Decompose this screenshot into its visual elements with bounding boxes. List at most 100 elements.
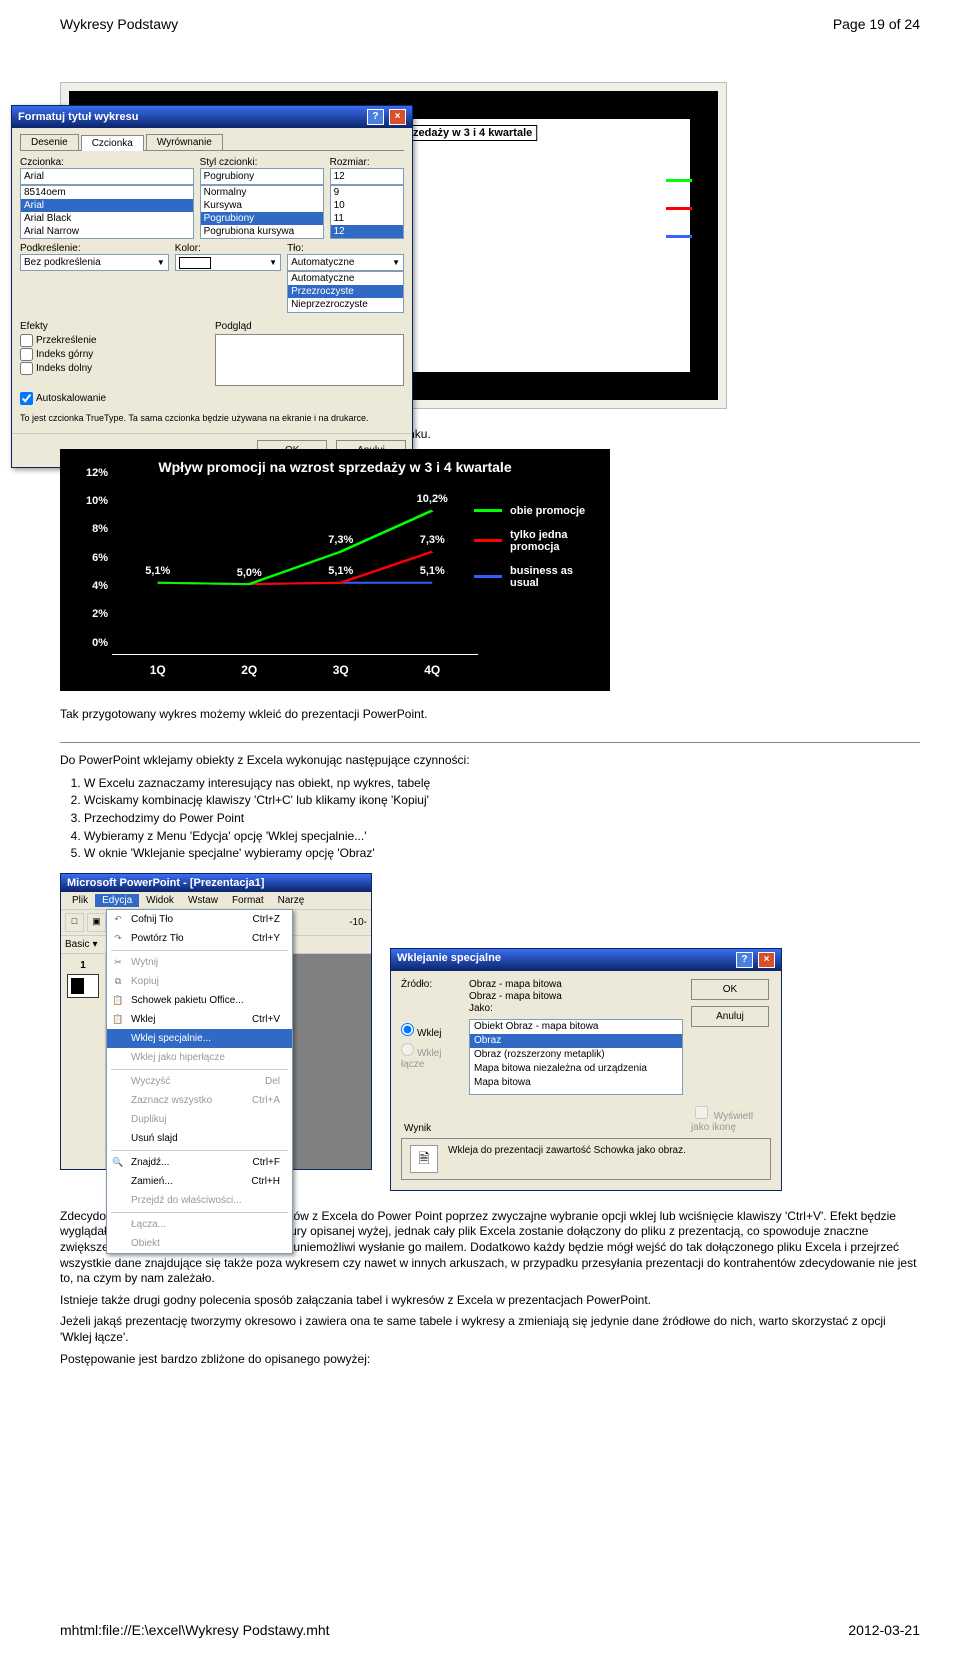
mi-undo[interactable]: ↶Cofnij TłoCtrl+Z: [107, 910, 292, 929]
chk-strikethrough[interactable]: [20, 334, 33, 347]
close-icon[interactable]: ×: [758, 952, 775, 968]
ps-dialog-title: Wklejanie specjalne: [397, 952, 501, 968]
data-label: 5,1%: [145, 566, 170, 578]
format-title-dialog: Formatuj tytuł wykresu ? × Desenie Czcio…: [11, 105, 413, 468]
menu-format[interactable]: Format: [225, 894, 271, 907]
chk-superscript-label: Indeks górny: [36, 349, 93, 360]
dialog-title: Formatuj tytuł wykresu: [18, 111, 138, 123]
mi-paste[interactable]: 📋WklejCtrl+V: [107, 1010, 292, 1029]
underline-select[interactable]: Bez podkreślenia▼: [20, 254, 169, 271]
underline-label: Podkreślenie:: [20, 243, 169, 254]
paragraph-followup: Postępowanie jest bardzo zbliżone do opi…: [60, 1352, 920, 1368]
data-label: 5,1%: [328, 566, 353, 578]
data-label: 10,2%: [417, 493, 448, 505]
chk-subscript-label: Indeks dolny: [36, 363, 92, 374]
mi-replace[interactable]: Zamień...Ctrl+H: [107, 1172, 292, 1191]
ps-ok-button[interactable]: OK: [691, 979, 769, 1000]
data-label: 7,3%: [420, 534, 445, 546]
mi-delete-slide[interactable]: Usuń slajd: [107, 1129, 292, 1148]
tab-czcionka[interactable]: Czcionka: [81, 135, 144, 151]
ps-source-label: Źródło:: [401, 979, 461, 1015]
chart-x-axis: 1Q 2Q 3Q 4Q: [112, 663, 478, 677]
menu-widok[interactable]: Widok: [139, 894, 181, 907]
data-label: 7,3%: [328, 534, 353, 546]
edit-menu-dropdown: ↶Cofnij TłoCtrl+Z ↷Powtórz TłoCtrl+Y ✂Wy…: [106, 909, 293, 1254]
ps-result-text: Wkleja do prezentacji zawartość Schowka …: [448, 1145, 686, 1156]
chk-subscript[interactable]: [20, 362, 33, 375]
chk-autoscale-label: Autoskalowanie: [36, 393, 106, 404]
paragraph-alt-method: Istnieje także drugi godny polecenia spo…: [60, 1293, 920, 1309]
mi-paste-hyperlink: Wklej jako hiperłącze: [107, 1048, 292, 1067]
color-select[interactable]: ▼: [175, 254, 281, 271]
paragraph-paste-link-advice: Jeżeli jakąś prezentację tworzymy okreso…: [60, 1314, 920, 1345]
size-list[interactable]: 9 10 11 12: [330, 185, 404, 239]
pp-window-title: Microsoft PowerPoint - [Prezentacja1]: [61, 874, 371, 892]
font-input[interactable]: Arial: [20, 168, 194, 185]
ps-format-list[interactable]: Obiekt Obraz - mapa bitowa Obraz Obraz (…: [469, 1019, 683, 1095]
chart-legend: obie promocje tylko jedna promocja busin…: [474, 493, 600, 601]
mi-goto-property: Przejdź do właściwości...: [107, 1191, 292, 1210]
menu-edycja[interactable]: Edycja: [95, 894, 139, 907]
style-list[interactable]: Normalny Kursywa Pogrubiony Pogrubiona k…: [200, 185, 324, 239]
chk-strikethrough-label: Przekreślenie: [36, 335, 97, 346]
powerpoint-window: Microsoft PowerPoint - [Prezentacja1] Pl…: [60, 873, 372, 1170]
menu-narzedzia[interactable]: Narzę: [271, 894, 312, 907]
mi-links: Łącza...: [107, 1215, 292, 1234]
mi-office-clipboard[interactable]: 📋Schowek pakietu Office...: [107, 991, 292, 1010]
screenshot-powerpoint-paste: Microsoft PowerPoint - [Prezentacja1] Pl…: [60, 873, 920, 1193]
footer-date: 2012-03-21: [848, 1622, 920, 1638]
mi-cut: ✂Wytnij: [107, 953, 292, 972]
slide-thumbnail[interactable]: [67, 974, 99, 998]
steps-list: W Excelu zaznaczamy interesujący nas obi…: [60, 775, 920, 863]
chart-final: Wpływ promocji na wzrost sprzedaży w 3 i…: [60, 449, 610, 691]
slide-number: 1: [63, 960, 103, 971]
list-item: W oknie 'Wklejanie specjalne' wybieramy …: [84, 845, 920, 863]
list-item: Wybieramy z Menu 'Edycja' opcję 'Wklej s…: [84, 828, 920, 846]
mi-duplicate: Duplikuj: [107, 1110, 292, 1129]
chk-autoscale[interactable]: [20, 392, 33, 405]
menu-plik[interactable]: Plik: [65, 894, 95, 907]
pp-slide-panel[interactable]: 1: [61, 954, 106, 1169]
radio-wklej[interactable]: Wklej: [401, 1023, 461, 1039]
mi-clear: WyczyśćDel: [107, 1072, 292, 1091]
preview-label: Podgląd: [215, 321, 404, 332]
pp-menubar: Plik Edycja Widok Wstaw Format Narzę: [61, 892, 371, 910]
mi-paste-special[interactable]: Wklej specjalnie...: [107, 1029, 292, 1048]
mi-copy: ⧉Kopiuj: [107, 972, 292, 991]
ps-cancel-button[interactable]: Anuluj: [691, 1006, 769, 1027]
help-icon[interactable]: ?: [367, 109, 384, 125]
menu-wstaw[interactable]: Wstaw: [181, 894, 225, 907]
tab-wyrownanie[interactable]: Wyrównanie: [146, 134, 223, 150]
close-icon[interactable]: ×: [389, 109, 406, 125]
dialog-note: To jest czcionka TrueType. Ta sama czcio…: [20, 413, 404, 423]
radio-wklej-lacze: Wklej łącze: [401, 1043, 461, 1070]
size-input[interactable]: 12: [330, 168, 404, 185]
effects-label: Efekty: [20, 321, 209, 332]
background-select[interactable]: Automatyczne▼: [287, 254, 404, 271]
background-label: Tło:: [287, 243, 404, 254]
toolbar-button[interactable]: □: [65, 913, 84, 932]
list-item: Przechodzimy do Power Point: [84, 810, 920, 828]
mi-select-all: Zaznacz wszystkoCtrl+A: [107, 1091, 292, 1110]
mi-find[interactable]: 🔍Znajdź...Ctrl+F: [107, 1153, 292, 1172]
paragraph-paste-powerpoint: Tak przygotowany wykres możemy wkleić do…: [60, 707, 920, 723]
background-list[interactable]: Automatyczne Przezroczyste Nieprzezroczy…: [287, 271, 404, 313]
basic-label: Basic: [65, 939, 89, 950]
tab-desenie[interactable]: Desenie: [20, 134, 79, 150]
toolbar-button[interactable]: ▣: [87, 913, 106, 932]
zoom-indicator[interactable]: -10-: [349, 917, 367, 928]
style-input[interactable]: Pogrubiony: [200, 168, 324, 185]
preview-box: [215, 334, 404, 386]
mi-object: Obiekt: [107, 1234, 292, 1253]
chart-title: Wpływ promocji na wzrost sprzedaży w 3 i…: [72, 459, 598, 475]
help-icon[interactable]: ?: [736, 952, 753, 968]
font-list[interactable]: 8514oem Arial Arial Black Arial Narrow: [20, 185, 194, 239]
mi-redo[interactable]: ↷Powtórz TłoCtrl+Y: [107, 929, 292, 948]
style-label: Styl czcionki:: [200, 157, 324, 168]
screenshot-format-dialog: Wpływ promocji na wzrost sprzedaży w 3 i…: [60, 82, 727, 409]
color-label: Kolor:: [175, 243, 281, 254]
size-label: Rozmiar:: [330, 157, 404, 168]
page-number: Page 19 of 24: [833, 16, 920, 32]
list-item: W Excelu zaznaczamy interesujący nas obi…: [84, 775, 920, 793]
chk-superscript[interactable]: [20, 348, 33, 361]
